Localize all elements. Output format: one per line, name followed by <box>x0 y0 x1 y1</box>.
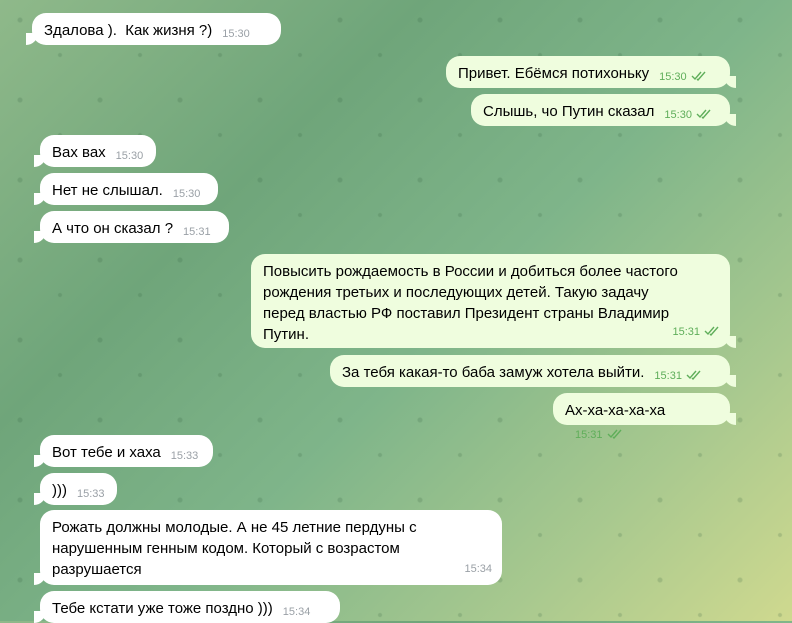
double-check-icon <box>607 429 622 439</box>
message-time: 15:30 <box>172 188 201 200</box>
message-incoming[interactable]: Вах вах 15:30 <box>34 135 156 167</box>
message-time: 15:33 <box>170 450 199 462</box>
message-text: Нет не слышал. <box>52 182 163 199</box>
message-text: Тебе кстати уже тоже поздно ))) <box>52 600 273 617</box>
message-outgoing[interactable]: Привет. Ебёмся потихоньку 15:30 <box>446 56 736 88</box>
message-time: 15:34 <box>464 563 492 575</box>
message-text: Слышь, чо Путин сказал <box>483 103 655 120</box>
message-incoming[interactable]: Вот тебе и хаха 15:33 <box>34 435 213 467</box>
message-outgoing[interactable]: Слышь, чо Путин сказал 15:30 <box>471 94 736 126</box>
message-text: Повысить рождаемость в России и добиться… <box>263 263 678 343</box>
chat-history: Здалова ). Как жизня ?) 15:30 Привет. Ебё… <box>0 0 792 623</box>
message-text: А что он сказал ? <box>52 220 174 237</box>
message-text: Здалова ). Как жизня ?) <box>44 22 213 39</box>
message-time: 15:31 <box>575 429 603 441</box>
message-text: Вах вах <box>52 144 106 161</box>
double-check-icon <box>704 326 719 336</box>
message-time: 15:31 <box>654 370 682 382</box>
message-incoming[interactable]: ))) 15:33 <box>34 473 117 505</box>
double-check-icon <box>696 109 711 119</box>
message-time: 15:30 <box>222 28 250 40</box>
message-text: Вот тебе и хаха <box>52 444 161 461</box>
message-text: За тебя какая-то баба замуж хотела выйти… <box>342 364 645 381</box>
message-time: 15:31 <box>672 326 700 338</box>
message-incoming[interactable]: Нет не слышал. 15:30 <box>34 173 218 205</box>
message-text: Ах-ха-ха-ха-ха <box>565 402 666 419</box>
message-incoming[interactable]: Тебе кстати уже тоже поздно ))) 15:34 <box>34 591 340 623</box>
message-text: Рожать должны молодые. А не 45 летние пе… <box>52 519 417 578</box>
message-time: 15:30 <box>115 150 144 162</box>
message-incoming[interactable]: Рожать должны молодые. А не 45 летние пе… <box>34 510 502 585</box>
message-text: ))) <box>52 482 67 499</box>
message-outgoing[interactable]: Ах-ха-ха-ха-ха 15:31 <box>553 393 736 441</box>
double-check-icon <box>686 370 701 380</box>
message-time: 15:34 <box>282 606 311 618</box>
message-text: Привет. Ебёмся потихоньку <box>458 65 650 82</box>
message-time: 15:30 <box>659 71 687 83</box>
message-incoming[interactable]: Здалова ). Как жизня ?) 15:30 <box>26 13 281 45</box>
message-outgoing[interactable]: За тебя какая-то баба замуж хотела выйти… <box>330 355 736 387</box>
message-time: 15:33 <box>77 488 105 500</box>
message-time: 15:30 <box>664 109 692 121</box>
message-outgoing[interactable]: Повысить рождаемость в России и добиться… <box>251 254 736 348</box>
message-time: 15:31 <box>183 226 211 238</box>
message-incoming[interactable]: А что он сказал ? 15:31 <box>34 211 229 243</box>
double-check-icon <box>691 71 706 81</box>
